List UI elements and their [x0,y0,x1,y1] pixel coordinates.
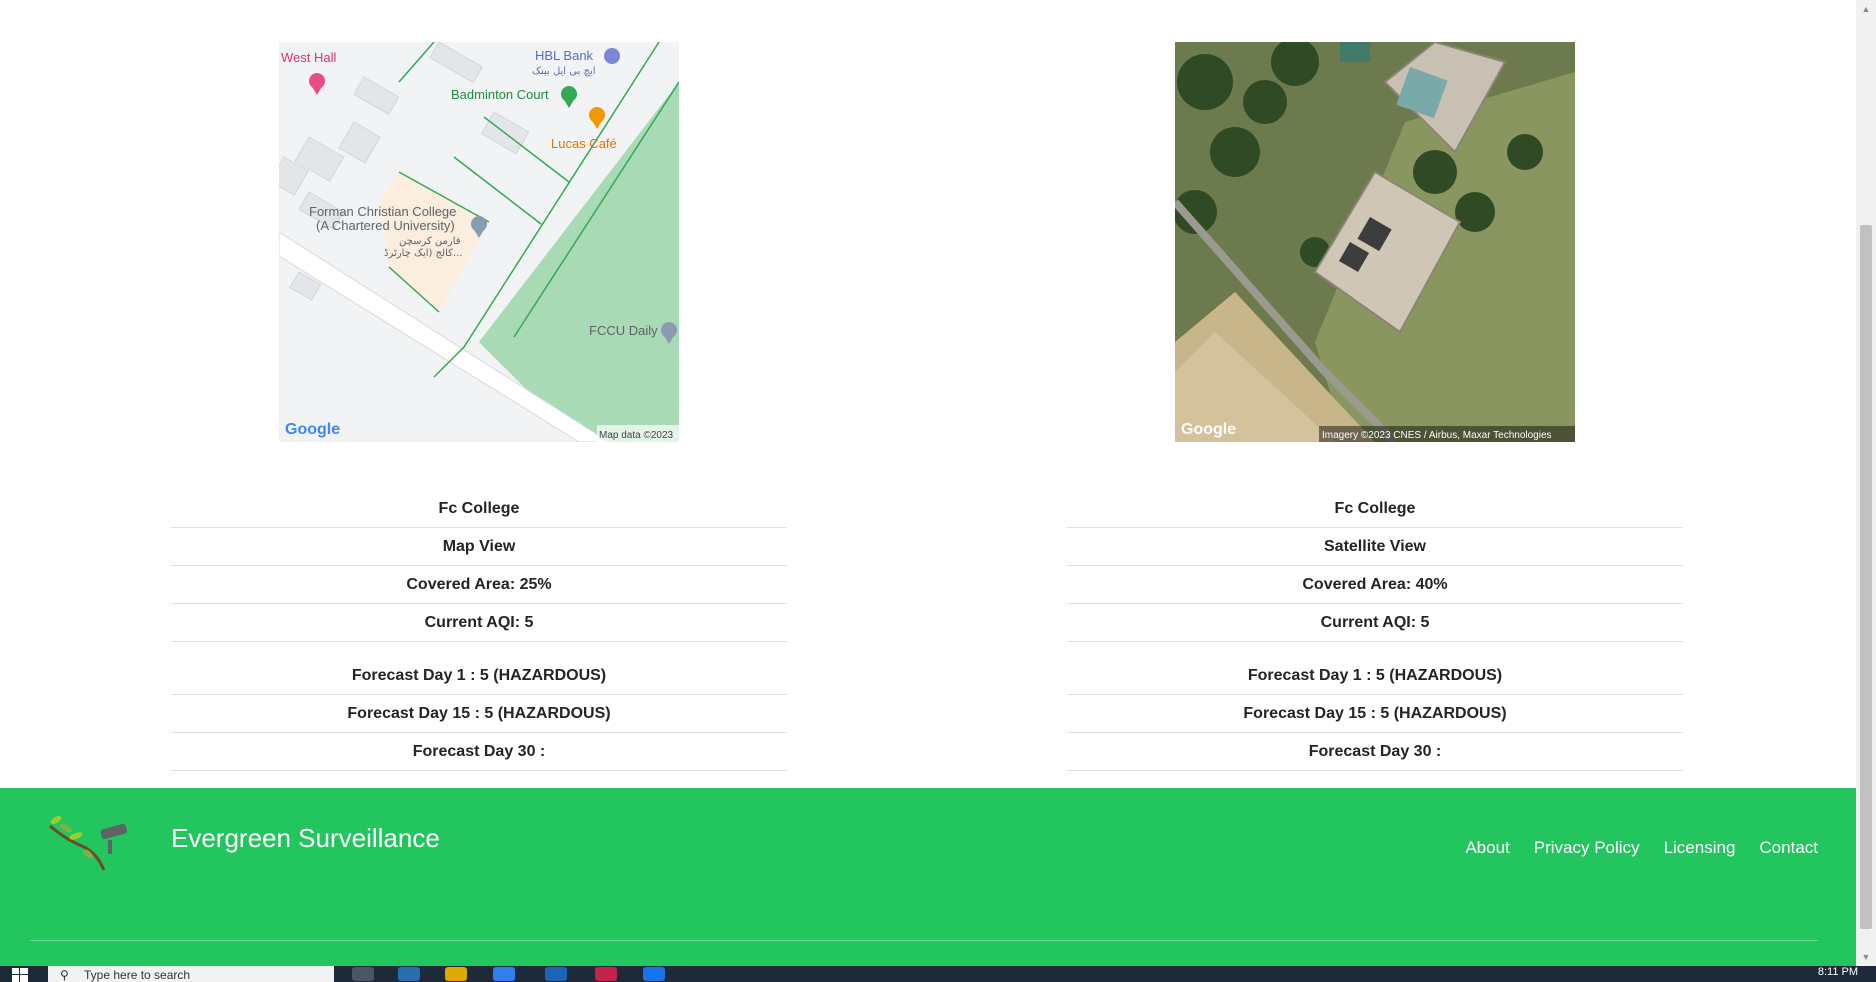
site-footer: Evergreen Surveillance About Privacy Pol… [0,788,1856,966]
satellite-forecast-table: Forecast Day 1 : 5 (HAZARDOUS) Forecast … [1067,657,1683,771]
system-tray[interactable] [1518,968,1818,980]
vscode-icon[interactable] [643,967,665,981]
map-view-image[interactable]: West Hall HBL Bank ایچ بی ایل بینک Badmi… [279,42,679,442]
map-info-table: Fc College Map View Covered Area: 25% Cu… [171,490,787,642]
scroll-down-arrow-icon[interactable]: ▼ [1856,948,1876,966]
covered-area: Covered Area: 40% [1067,566,1683,604]
map-forecast-table: Forecast Day 1 : 5 (HAZARDOUS) Forecast … [171,657,787,771]
google-logo: Google [1181,421,1236,438]
satellite-map: Google Imagery ©2023 CNES / Airbus, Maxa… [1175,42,1575,442]
taskbar-clock[interactable]: 8:11 PM [1818,966,1858,978]
footer-link-contact[interactable]: Contact [1759,838,1818,858]
search-icon: ⚲ [60,968,69,982]
location-name: Fc College [171,490,787,528]
imagery-attribution: Imagery ©2023 CNES / Airbus, Maxar Techn… [1322,430,1552,441]
windows-start-icon[interactable] [12,968,28,982]
current-aqi: Current AQI: 5 [171,604,787,642]
page: West Hall HBL Bank ایچ بی ایل بینک Badmi… [0,0,1876,982]
fccu-daily-label: FCCU Daily [589,323,658,338]
forecast-day-1: Forecast Day 1 : 5 (HAZARDOUS) [1067,657,1683,695]
west-hall-label: West Hall [281,50,336,65]
forecast-day-30: Forecast Day 30 : [171,733,787,771]
footer-link-privacy-policy[interactable]: Privacy Policy [1534,838,1640,858]
satellite-info-table: Fc College Satellite View Covered Area: … [1067,490,1683,642]
media-app-icon[interactable] [595,967,617,981]
google-logo: Google [285,421,340,438]
scroll-up-arrow-icon[interactable]: ▲ [1856,0,1876,18]
fcc-label-line2: (A Chartered University) [316,218,455,233]
footer-link-licensing[interactable]: Licensing [1664,838,1736,858]
view-type: Satellite View [1067,528,1683,566]
fcc-urdu-line2: کالج (ایک چارٹرڈ... [384,248,462,259]
task-view-icon[interactable] [352,967,374,981]
current-aqi: Current AQI: 5 [1067,604,1683,642]
lucas-cafe-label: Lucas Café [551,136,617,151]
browser-icon[interactable] [398,967,420,981]
location-name: Fc College [1067,490,1683,528]
forecast-day-15: Forecast Day 15 : 5 (HAZARDOUS) [171,695,787,733]
road-map: West Hall HBL Bank ایچ بی ایل بینک Badmi… [279,42,679,442]
badminton-court-label: Badminton Court [451,87,549,102]
hbl-bank-pin[interactable] [604,48,620,64]
fcc-urdu-line1: فارمن کرسچن [399,236,461,247]
footer-link-about[interactable]: About [1465,838,1509,858]
footer-divider [30,940,1818,941]
forecast-day-30: Forecast Day 30 : [1067,733,1683,771]
brand-name[interactable]: Evergreen Surveillance [171,823,440,854]
satellite-view-image[interactable]: Google Imagery ©2023 CNES / Airbus, Maxa… [1175,42,1575,442]
fcc-label-line1: Forman Christian College [309,204,456,219]
map-attribution: Map data ©2023 [599,430,674,441]
taskbar-search-box[interactable]: ⚲ Type here to search [48,966,334,982]
footer-nav: About Privacy Policy Licensing Contact [1465,838,1818,858]
view-type: Map View [171,528,787,566]
scrollbar-thumb[interactable] [1860,225,1872,929]
content-area: West Hall HBL Bank ایچ بی ایل بینک Badmi… [0,0,1856,788]
taskbar-search-placeholder: Type here to search [84,968,191,982]
vertical-scrollbar[interactable]: ▲ ▼ [1856,0,1876,966]
hbl-bank-urdu-label: ایچ بی ایل بینک [532,66,596,77]
store-icon[interactable] [493,967,515,981]
forecast-day-1: Forecast Day 1 : 5 (HAZARDOUS) [171,657,787,695]
hbl-bank-label: HBL Bank [535,48,594,63]
file-explorer-icon[interactable] [445,967,467,981]
windows-taskbar: ⚲ Type here to search 8:11 PM [0,966,1876,982]
mail-icon[interactable] [545,967,567,981]
forecast-day-15: Forecast Day 15 : 5 (HAZARDOUS) [1067,695,1683,733]
evergreen-logo-icon[interactable] [42,806,138,872]
covered-area: Covered Area: 25% [171,566,787,604]
